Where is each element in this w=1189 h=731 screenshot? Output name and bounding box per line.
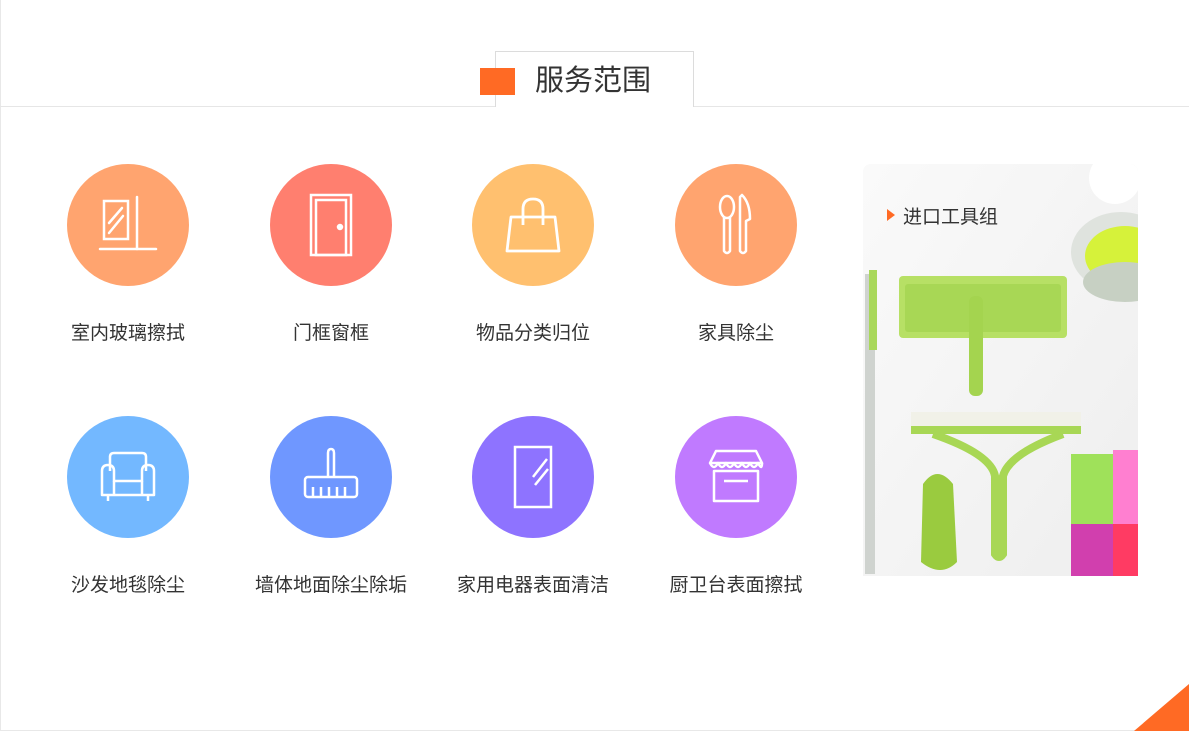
service-label: 物品分类归位 [475,322,590,344]
service-label: 墙体地面除尘除垢 [254,574,407,596]
service-item-furniture[interactable]: 家具除尘 [636,164,836,345]
service-item-sofa[interactable]: 沙发地毯除尘 [28,416,228,597]
utensils-icon [718,193,752,255]
service-label: 家用电器表面清洁 [456,574,609,596]
glass-wipe-icon [98,195,158,251]
broom-icon [303,447,359,499]
service-circle [675,164,797,286]
service-circle [67,416,189,538]
service-label: 家具除尘 [697,322,774,344]
promo-label: 进口工具组 [903,206,999,228]
service-circle [675,416,797,538]
service-circle [270,416,392,538]
service-item-organize[interactable]: 物品分类归位 [433,164,633,345]
service-circle [270,164,392,286]
section-title: 服务范围 [535,63,652,97]
service-item-kitchen-bath[interactable]: 厨卫台表面擦拭 [636,416,836,597]
corner-decoration [1134,684,1189,731]
service-item-door[interactable]: 门框窗框 [231,164,431,345]
service-label: 门框窗框 [292,322,369,344]
service-item-wall-floor[interactable]: 墙体地面除尘除垢 [231,416,431,597]
sofa-icon [100,451,156,501]
service-label: 室内玻璃擦拭 [70,322,185,344]
service-circle [472,164,594,286]
title-marker [480,68,515,95]
storefront-icon [708,449,764,503]
door-icon [309,193,353,257]
mirror-icon [513,445,553,509]
service-circle [67,164,189,286]
promo-image[interactable]: 进口工具组 [863,164,1138,576]
service-item-glass[interactable]: 室内玻璃擦拭 [28,164,228,345]
caret-right-icon [887,209,895,221]
service-label: 厨卫台表面擦拭 [669,574,803,596]
service-circle [472,416,594,538]
service-label: 沙发地毯除尘 [70,574,185,596]
shopping-bag-icon [505,197,561,253]
service-item-appliances[interactable]: 家用电器表面清洁 [433,416,633,597]
